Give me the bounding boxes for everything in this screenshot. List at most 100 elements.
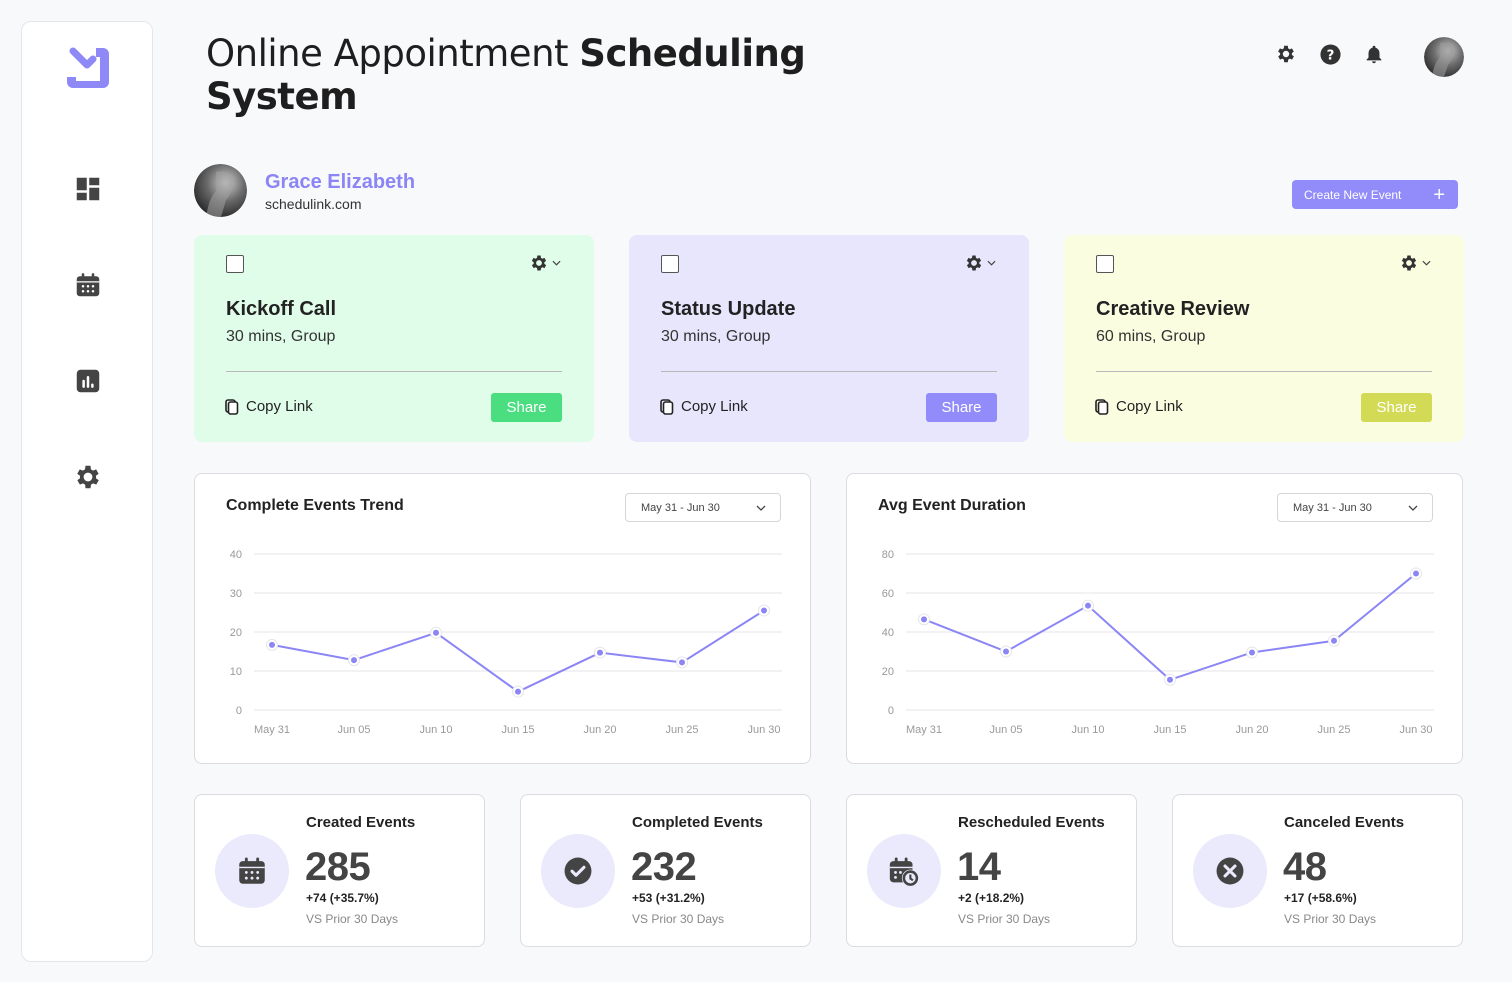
data-point <box>1413 570 1419 577</box>
stat-card: Completed Events 232 +53 (+31.2%) VS Pri… <box>520 794 811 947</box>
chart-card-complete-events: 0 10 20 30 40 May 31 Jun 05 Jun 10 Jun 15 Jun 20 J… <box>194 473 811 764</box>
event-subtitle: 30 mins, Group <box>226 328 336 345</box>
data-point <box>761 607 767 614</box>
date-range-value: May 31 - Jun 30 <box>641 501 720 514</box>
stat-label: Canceled Events <box>1284 814 1405 831</box>
chevron-down-icon <box>1408 505 1418 511</box>
stat-card: Canceled Events 48 +17 (+58.6%) VS Prior… <box>1172 794 1463 947</box>
copy-link-label: Copy Link <box>681 398 748 415</box>
stat-delta: +74 (+35.7%) <box>306 891 379 905</box>
profile-site: schedulink.com <box>265 195 362 212</box>
divider <box>226 371 562 372</box>
y-tick-label: 40 <box>882 627 894 639</box>
sidebar-item-dashboard[interactable] <box>68 169 108 209</box>
chevron-down-icon <box>552 260 561 266</box>
x-tick-label: Jun 05 <box>337 724 370 736</box>
stat-card: Created Events 285 +74 (+35.7%) VS Prior… <box>194 794 485 947</box>
settings-button[interactable] <box>1274 42 1298 66</box>
analytics-icon <box>76 369 100 393</box>
share-button[interactable]: Share <box>1361 393 1432 422</box>
sidebar-item-settings[interactable] <box>68 457 108 497</box>
check-circle-icon <box>564 857 592 885</box>
divider <box>661 371 997 372</box>
stat-note: VS Prior 30 Days <box>632 912 725 926</box>
copy-icon <box>1095 398 1109 415</box>
chevron-down-icon <box>756 505 766 511</box>
profile-section: Grace Elizabeth schedulink.com <box>194 164 415 217</box>
data-point <box>921 616 927 623</box>
event-settings-dropdown[interactable] <box>529 253 561 273</box>
event-subtitle: 60 mins, Group <box>1096 328 1206 345</box>
date-range-value: May 31 - Jun 30 <box>1293 501 1372 514</box>
data-point <box>269 641 275 648</box>
notifications-button[interactable] <box>1362 42 1386 66</box>
y-tick-label: 40 <box>230 549 242 561</box>
data-point <box>1331 637 1337 644</box>
top-toolbar: ? <box>1274 42 1386 66</box>
stat-value: 14 <box>957 845 1001 889</box>
event-settings-dropdown[interactable] <box>964 253 996 273</box>
sidebar-item-analytics[interactable] <box>68 361 108 401</box>
help-icon: ? <box>1319 43 1341 65</box>
event-select-checkbox[interactable] <box>661 255 679 273</box>
x-tick-label: Jun 20 <box>1235 724 1268 736</box>
sidebar <box>21 21 153 962</box>
app-logo[interactable] <box>65 45 111 91</box>
copy-link-button[interactable]: Copy Link <box>225 398 313 415</box>
profile-avatar[interactable] <box>194 164 247 217</box>
create-new-event-button[interactable]: Create New Event + <box>1292 180 1458 209</box>
y-tick-label: 20 <box>230 627 242 639</box>
data-point <box>679 659 685 666</box>
sidebar-item-calendar[interactable] <box>68 265 108 305</box>
divider <box>1096 371 1432 372</box>
x-tick-label: Jun 30 <box>747 724 780 736</box>
y-tick-label: 0 <box>236 705 242 717</box>
event-settings-dropdown[interactable] <box>1399 253 1431 273</box>
stat-card: Rescheduled Events 14 +2 (+18.2%) VS Pri… <box>846 794 1137 947</box>
event-title: Kickoff Call <box>226 298 337 320</box>
copy-link-button[interactable]: Copy Link <box>1095 398 1183 415</box>
stat-delta: +2 (+18.2%) <box>958 891 1025 905</box>
settings-icon <box>531 255 547 271</box>
x-tick-label: Jun 20 <box>583 724 616 736</box>
data-point <box>351 657 357 664</box>
data-point <box>433 629 439 636</box>
stat-label: Completed Events <box>632 814 763 831</box>
date-range-select[interactable]: May 31 - Jun 30 <box>1277 493 1433 522</box>
event-select-checkbox[interactable] <box>226 255 244 273</box>
x-tick-label: Jun 15 <box>501 724 534 736</box>
stat-value: 232 <box>631 845 697 889</box>
stat-value: 285 <box>305 845 371 889</box>
calendar-clock-icon <box>889 857 919 887</box>
stat-icon-badge <box>1193 834 1267 908</box>
date-range-select[interactable]: May 31 - Jun 30 <box>625 493 781 522</box>
settings-icon <box>1401 255 1417 271</box>
y-tick-label: 60 <box>882 588 894 600</box>
help-button[interactable]: ? <box>1318 42 1342 66</box>
copy-link-button[interactable]: Copy Link <box>660 398 748 415</box>
x-tick-label: Jun 05 <box>989 724 1022 736</box>
plus-icon: + <box>1433 183 1445 206</box>
stat-note: VS Prior 30 Days <box>1284 912 1377 926</box>
copy-link-label: Copy Link <box>1116 398 1183 415</box>
calendar-icon <box>239 857 265 884</box>
user-avatar[interactable] <box>1424 37 1464 77</box>
bell-icon <box>1366 45 1382 64</box>
create-new-event-label: Create New Event <box>1304 187 1402 202</box>
profile-name[interactable]: Grace Elizabeth <box>265 170 415 194</box>
data-point <box>1249 649 1255 656</box>
svg-text:?: ? <box>1326 48 1334 63</box>
settings-icon <box>966 255 982 271</box>
stat-label: Created Events <box>306 814 416 831</box>
stat-delta: +53 (+31.2%) <box>632 891 705 905</box>
y-tick-label: 20 <box>882 666 894 678</box>
series-line <box>271 609 765 693</box>
event-select-checkbox[interactable] <box>1096 255 1114 273</box>
series-line <box>923 572 1417 681</box>
share-button[interactable]: Share <box>926 393 997 422</box>
stat-icon-badge <box>867 834 941 908</box>
share-button[interactable]: Share <box>491 393 562 422</box>
chart-title: Complete Events Trend <box>226 497 404 514</box>
data-point <box>515 688 521 695</box>
x-tick-label: May 31 <box>254 724 290 736</box>
